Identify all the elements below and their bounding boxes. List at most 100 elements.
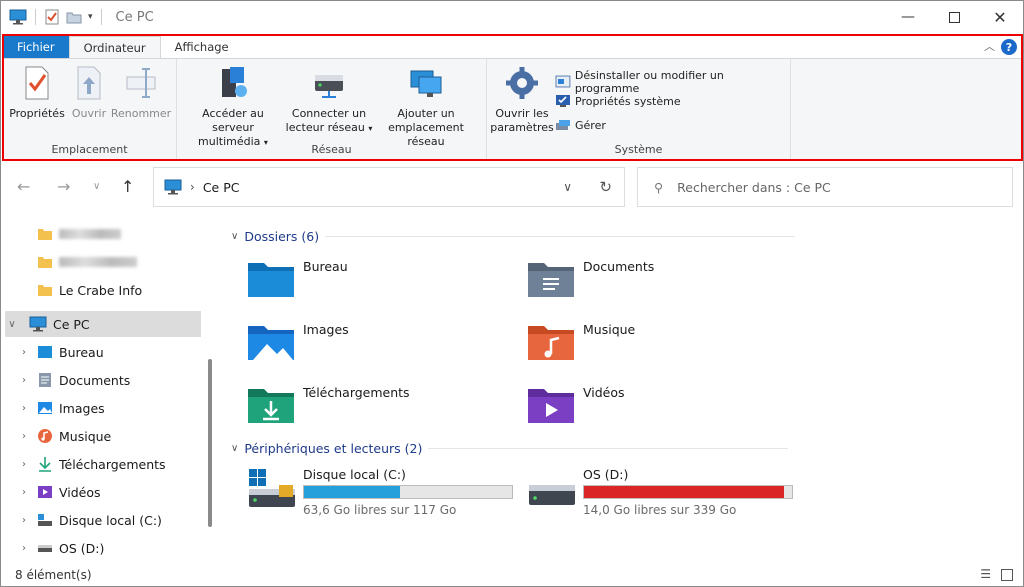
recent-locations-icon[interactable]: ∨ [93, 181, 100, 192]
sidebar-item-os-d[interactable]: › OS (D:) [17, 535, 104, 561]
desktop-folder-icon [248, 263, 294, 297]
drive-usage-bar [583, 485, 793, 499]
folder-telechargements[interactable]: Téléchargements [247, 385, 410, 425]
chevron-down-icon[interactable]: ∨ [5, 319, 19, 330]
customize-toolbar-icon[interactable]: ▾ [88, 12, 93, 22]
folder-videos[interactable]: Vidéos [527, 385, 625, 425]
collapse-ribbon-icon[interactable]: ︿ [984, 38, 995, 54]
ribbon-tabs: Fichier Ordinateur Affichage [3, 36, 1021, 58]
rename-button[interactable]: Renommer [111, 65, 171, 121]
sidebar-item-label: Disque local (C:) [59, 512, 162, 528]
media-server-icon [222, 67, 247, 97]
maximize-icon [948, 11, 960, 23]
chevron-down-icon: ∨ [231, 443, 239, 454]
pinned-folder-label: Le Crabe Info [59, 282, 143, 298]
properties-quick-icon[interactable] [44, 9, 60, 25]
tab-ordinateur[interactable]: Ordinateur [68, 36, 161, 58]
folder-images[interactable]: Images [247, 322, 349, 362]
sidebar-item-ce-pc[interactable]: ∨ Ce PC [5, 311, 201, 337]
chevron-right-icon[interactable]: › [17, 515, 31, 526]
videos-icon [38, 486, 52, 498]
properties-button[interactable]: Propriétés [9, 65, 65, 121]
new-folder-quick-icon[interactable] [66, 9, 82, 25]
navigation-pane-scrollbar[interactable] [208, 359, 212, 527]
up-arrow-icon[interactable]: ↑ [121, 177, 134, 196]
search-placeholder: Rechercher dans : Ce PC [677, 179, 831, 195]
folder-icon [38, 257, 52, 268]
drive-label: OS (D:) [583, 467, 629, 482]
chevron-right-icon[interactable]: › [17, 403, 31, 414]
drives-section-header[interactable]: ∨ Périphériques et lecteurs (2) [231, 441, 789, 456]
add-network-location-button[interactable]: Ajouter un emplacement réseau [369, 65, 483, 149]
chevron-right-icon[interactable]: › [17, 459, 31, 470]
media-server-button[interactable]: Accéder au serveur multimédia ▾ [181, 65, 285, 150]
pinned-folder-blurred-1[interactable] [37, 221, 121, 247]
forward-arrow-icon[interactable]: → [57, 177, 70, 196]
drive-d[interactable]: OS (D:) 14,0 Go libres sur 339 Go [527, 467, 793, 517]
chevron-right-icon[interactable]: › [17, 487, 31, 498]
folder-documents[interactable]: Documents [527, 259, 654, 299]
sidebar-item-musique[interactable]: › Musique [17, 423, 111, 449]
navigation-pane: Le Crabe Info ∨ Ce PC › Bureau › Documen… [1, 215, 215, 565]
chevron-right-icon[interactable]: › [17, 543, 31, 554]
manage-button[interactable]: Gérer [555, 117, 606, 133]
drive-c-icon [38, 514, 52, 526]
sidebar-item-documents[interactable]: › Documents [17, 367, 130, 393]
breadcrumb-this-pc[interactable]: Ce PC [203, 180, 240, 195]
large-icons-view-icon[interactable] [1001, 569, 1013, 581]
chevron-right-icon[interactable]: › [17, 375, 31, 386]
downloads-icon [39, 457, 51, 472]
address-history-dropdown-icon[interactable]: ∨ [563, 180, 572, 194]
sidebar-item-videos[interactable]: › Vidéos [17, 479, 101, 505]
pinned-folder-le-crabe-info[interactable]: Le Crabe Info [37, 277, 142, 303]
minimize-button[interactable]: — [885, 1, 931, 33]
search-box[interactable]: ⚲ Rechercher dans : Ce PC [637, 167, 1013, 207]
network-location-icon [410, 70, 442, 97]
blurred-folder-name [59, 229, 121, 239]
close-button[interactable]: ✕ [977, 1, 1023, 33]
rename-label: Renommer [110, 107, 172, 120]
address-bar[interactable]: › Ce PC ∨ ↻ [153, 167, 625, 207]
blurred-folder-name [59, 257, 137, 267]
map-drive-button[interactable]: Connecter un lecteur réseau ▾ [285, 65, 373, 136]
sidebar-ce-pc-label: Ce PC [53, 316, 90, 332]
chevron-right-icon[interactable]: › [17, 431, 31, 442]
sidebar-item-telechargements[interactable]: › Téléchargements [17, 451, 166, 477]
tab-fichier[interactable]: Fichier [3, 36, 69, 58]
sidebar-item-bureau[interactable]: › Bureau [17, 339, 104, 365]
explorer-window: ▾ Ce PC — ✕ Fichier Ordinateur Affichage… [0, 0, 1024, 587]
folder-musique[interactable]: Musique [527, 322, 635, 362]
folders-section-header[interactable]: ∨ Dossiers (6) [231, 229, 796, 244]
uninstall-program-button[interactable]: Désinstaller ou modifier un programme [555, 69, 790, 95]
help-icon[interactable]: ? [1001, 39, 1017, 55]
folder-bureau[interactable]: Bureau [247, 259, 348, 299]
map-drive-label-1: Connecter un [291, 107, 367, 120]
open-label: Ouvrir [71, 107, 107, 120]
window-controls: — ✕ [885, 1, 1023, 33]
system-properties-button[interactable]: Propriétés système [555, 93, 681, 109]
rename-icon [126, 68, 156, 98]
pinned-folder-blurred-2[interactable] [37, 249, 137, 275]
refresh-icon[interactable]: ↻ [599, 178, 612, 196]
sidebar-item-label: Vidéos [59, 484, 101, 500]
folder-label: Images [303, 322, 349, 337]
back-arrow-icon[interactable]: ← [17, 177, 30, 196]
details-view-icon[interactable]: ☰ [980, 567, 991, 581]
view-toggle: ☰ [980, 567, 1013, 581]
open-icon [77, 66, 101, 100]
open-button[interactable]: Ouvrir [69, 65, 109, 121]
drive-label: Disque local (C:) [303, 467, 406, 482]
title-bar: ▾ Ce PC — ✕ [1, 1, 1023, 33]
drive-c[interactable]: Disque local (C:) 63,6 Go libres sur 117… [247, 467, 513, 517]
open-settings-button[interactable]: Ouvrir les paramètres [489, 65, 555, 135]
sidebar-item-images[interactable]: › Images [17, 395, 105, 421]
sidebar-item-label: Bureau [59, 344, 104, 360]
tab-affichage[interactable]: Affichage [161, 36, 243, 58]
open-settings-label-1: Ouvrir les [495, 107, 549, 120]
maximize-button[interactable] [931, 1, 977, 33]
manage-label: Gérer [575, 118, 606, 132]
chevron-right-icon[interactable]: › [17, 347, 31, 358]
drive-free-space: 63,6 Go libres sur 117 Go [303, 503, 457, 517]
folders-heading: Dossiers (6) [244, 229, 320, 244]
sidebar-item-disque-c[interactable]: › Disque local (C:) [17, 507, 162, 533]
